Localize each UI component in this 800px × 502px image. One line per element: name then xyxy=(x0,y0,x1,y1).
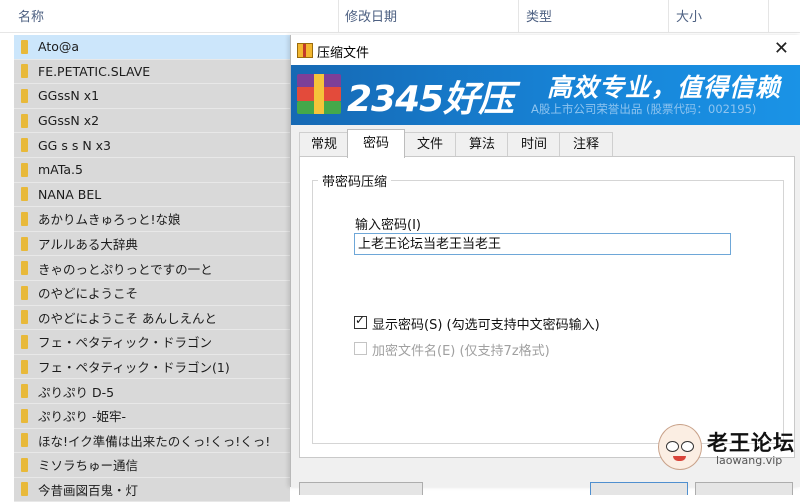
watermark-title: 老王论坛 xyxy=(707,431,795,455)
folder-icon xyxy=(21,39,28,54)
folder-icon xyxy=(21,211,28,226)
file-name: FE.PETATIC.SLAVE xyxy=(38,63,151,79)
file-name: mATa.5 xyxy=(38,162,83,178)
file-name: GGssN x2 xyxy=(38,113,100,129)
folder-icon xyxy=(21,408,28,423)
file-row[interactable]: GGssN x1 xyxy=(14,84,290,109)
compress-dialog: 压缩文件 ✕ 2345好压 高效专业，值得信赖 A股上市公司荣誉出品 (股票代码… xyxy=(290,35,800,495)
file-row[interactable]: フェ・ペタティック・ドラゴン xyxy=(14,330,290,355)
folder-icon xyxy=(21,334,28,349)
dialog-title: 压缩文件 xyxy=(317,46,370,61)
file-name: GG s s N x3 xyxy=(38,137,111,153)
file-row[interactable]: きゃのっとぷりっとですの一と xyxy=(14,256,290,281)
file-row[interactable]: ほな!イク準備は出来たのくっ!くっ!くっ! xyxy=(14,428,290,454)
password-label: 输入密码(I) xyxy=(355,218,421,233)
file-row[interactable]: GGssN x2 xyxy=(14,108,290,134)
folder-icon xyxy=(21,384,28,399)
tab-1[interactable]: 密码 xyxy=(347,129,405,158)
file-name: アルルある大辞典 xyxy=(38,237,138,253)
encrypt-filenames-checkbox[interactable] xyxy=(354,342,367,355)
tab-2[interactable]: 文件 xyxy=(403,132,457,157)
folder-icon xyxy=(21,285,28,300)
column-divider[interactable] xyxy=(668,0,669,32)
folder-icon xyxy=(21,113,28,128)
show-password-label[interactable]: 显示密码(S) (勾选可支持中文密码输入) xyxy=(372,314,600,333)
folder-icon xyxy=(21,433,28,448)
tab-5[interactable]: 注释 xyxy=(559,132,613,157)
footer-button[interactable] xyxy=(299,482,423,495)
file-row[interactable]: アルルある大辞典 xyxy=(14,231,290,257)
file-name: ミソラちゅー通信 xyxy=(38,458,139,474)
archive-app-icon xyxy=(297,43,313,58)
column-divider[interactable] xyxy=(518,0,519,32)
folder-icon xyxy=(21,310,28,325)
folder-icon xyxy=(21,236,28,251)
file-name: きゃのっとぷりっとですの一と xyxy=(38,261,213,277)
file-row[interactable]: ミソラちゅー通信 xyxy=(14,453,290,478)
file-name: フェ・ペタティック・ドラゴン(1) xyxy=(38,360,230,376)
file-name: のやどにようこそ あんしえんと xyxy=(38,310,217,326)
tab-3[interactable]: 算法 xyxy=(455,132,509,157)
tab-4[interactable]: 时间 xyxy=(507,132,561,157)
file-row[interactable]: あかりムきゅろっと!な娘 xyxy=(14,207,290,232)
close-button[interactable]: ✕ xyxy=(774,38,789,59)
column-divider[interactable] xyxy=(338,0,339,32)
file-row[interactable]: ぷりぷり -姫牢- xyxy=(14,403,290,429)
archive-books-icon xyxy=(297,74,341,114)
column-header-modified[interactable]: 修改日期 xyxy=(345,6,397,25)
banner-subslogan: A股上市公司荣誉出品 (股票代码：002195) xyxy=(531,102,757,116)
file-row[interactable]: Ato@a xyxy=(14,35,290,60)
column-header-name[interactable]: 名称 xyxy=(18,6,44,25)
file-row[interactable]: フェ・ペタティック・ドラゴン(1) xyxy=(14,354,290,380)
folder-icon xyxy=(21,261,28,276)
file-row[interactable]: NANA BEL xyxy=(14,182,290,208)
column-header-type[interactable]: 类型 xyxy=(526,6,552,25)
column-header-size[interactable]: 大小 xyxy=(676,6,702,25)
encrypt-filenames-label[interactable]: 加密文件名(E) (仅支持7z格式) xyxy=(372,340,550,359)
brand-logo-text: 2345好压 xyxy=(347,79,514,120)
folder-icon xyxy=(21,187,28,202)
show-password-checkbox[interactable] xyxy=(354,313,367,329)
file-row[interactable]: mATa.5 xyxy=(14,157,290,183)
folder-icon xyxy=(21,64,28,79)
file-name: ぷりぷり D-5 xyxy=(38,384,115,400)
file-row[interactable]: のやどにようこそ xyxy=(14,280,290,306)
watermark-url: laowang.vip xyxy=(716,454,783,467)
group-title: 带密码压缩 xyxy=(318,171,392,190)
explorer-column-header: ^ 名称 修改日期 类型 大小 xyxy=(0,0,800,33)
file-name: GGssN x1 xyxy=(38,88,100,104)
folder-icon xyxy=(21,162,28,177)
file-name: フェ・ペタティック・ドラゴン xyxy=(38,335,213,351)
file-row[interactable]: のやどにようこそ あんしえんと xyxy=(14,305,290,331)
file-row[interactable]: 今昔画図百鬼・灯 xyxy=(14,477,290,502)
password-tab-panel: 带密码压缩 输入密码(I) 上老王论坛当老王当老王 显示密码(S) (勾选可支持… xyxy=(299,156,795,458)
password-input[interactable]: 上老王论坛当老王当老王 xyxy=(354,233,731,255)
folder-icon xyxy=(21,482,28,497)
folder-icon xyxy=(21,138,28,153)
brand-banner: 2345好压 高效专业，值得信赖 A股上市公司荣誉出品 (股票代码：002195… xyxy=(291,65,800,125)
watermark-logo: 老王论坛 laowang.vip xyxy=(658,424,798,476)
file-row[interactable]: FE.PETATIC.SLAVE xyxy=(14,59,290,85)
file-row[interactable]: GG s s N x3 xyxy=(14,133,290,158)
file-name: 今昔画図百鬼・灯 xyxy=(38,482,139,498)
dialog-titlebar[interactable]: 压缩文件 ✕ xyxy=(291,35,800,65)
file-name: ぷりぷり -姫牢- xyxy=(38,409,126,425)
folder-icon xyxy=(21,88,28,103)
file-list: Ato@a FE.PETATIC.SLAVE GGssN x1 GGssN x2 GG … xyxy=(14,35,290,502)
file-name: NANA BEL xyxy=(38,186,102,202)
folder-icon xyxy=(21,359,28,374)
file-name: のやどにようこそ xyxy=(38,286,139,302)
file-name: ほな!イク準備は出来たのくっ!くっ!くっ! xyxy=(38,433,271,449)
tab-0[interactable]: 常规 xyxy=(299,132,349,157)
folder-icon xyxy=(21,457,28,472)
file-name: あかりムきゅろっと!な娘 xyxy=(38,212,181,228)
file-name: Ato@a xyxy=(38,39,80,55)
file-row[interactable]: ぷりぷり D-5 xyxy=(14,379,290,404)
cartoon-face-icon xyxy=(658,424,702,470)
column-divider[interactable] xyxy=(768,0,769,32)
sort-ascending-icon: ^ xyxy=(170,0,179,7)
ok-button[interactable] xyxy=(590,482,688,495)
banner-slogan: 高效专业，值得信赖 xyxy=(547,73,782,102)
cancel-button[interactable] xyxy=(695,482,793,495)
